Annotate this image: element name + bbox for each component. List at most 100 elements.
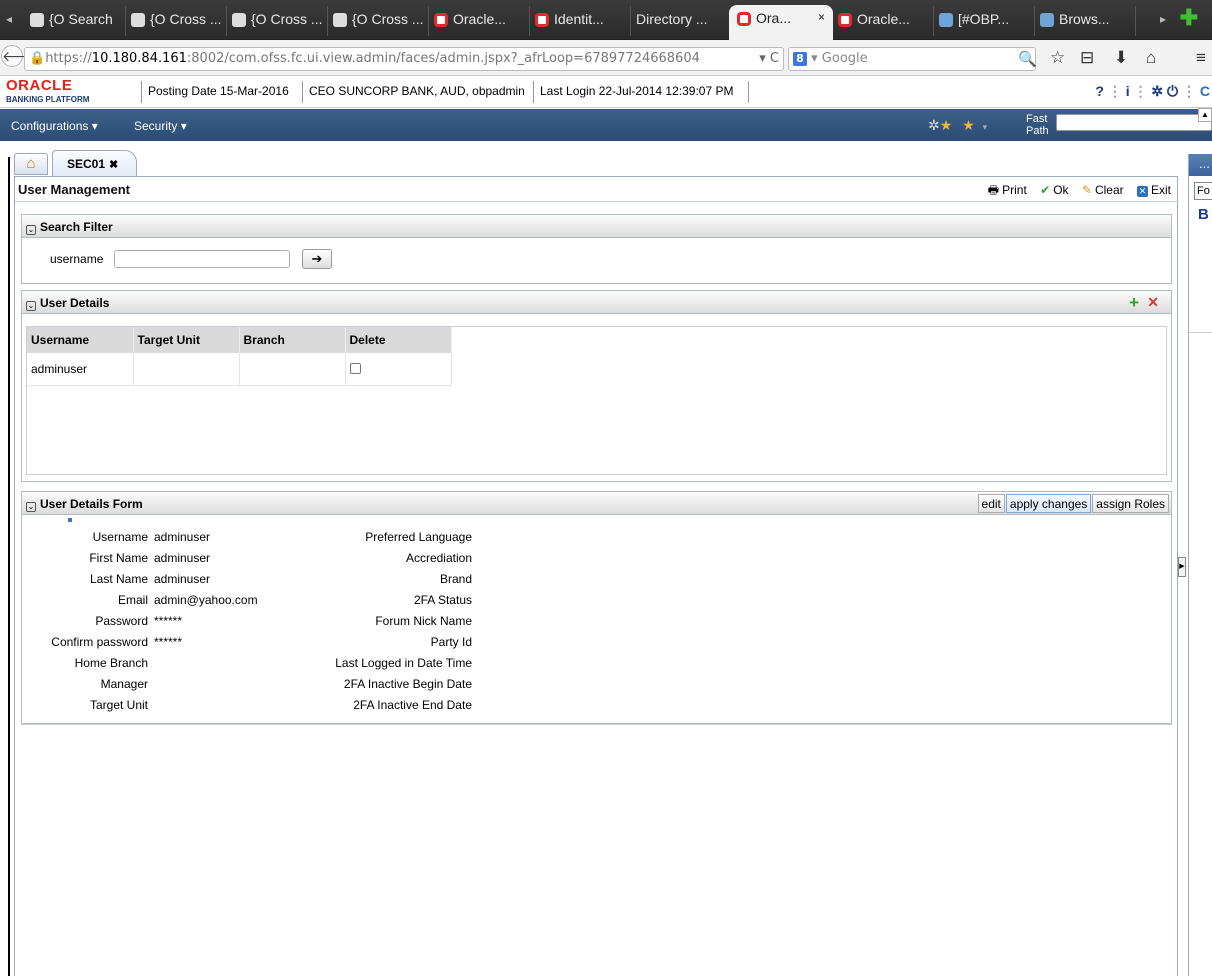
close-tab-icon[interactable]: ×	[818, 10, 825, 24]
browser-tab[interactable]: {O Cross ...	[123, 6, 227, 36]
right-panel-header[interactable]: ...	[1189, 154, 1212, 176]
logo-text: ORACLE	[6, 77, 73, 94]
go-arrow-icon: ➔	[311, 251, 323, 266]
column-header[interactable]: Branch	[239, 327, 346, 353]
tab-scroll-left-icon[interactable]: ◂	[6, 12, 12, 26]
settings-icon[interactable]: ✲	[1151, 83, 1163, 99]
table-row[interactable]: adminuser	[27, 353, 452, 386]
bookmarks-list-icon[interactable]: ⊟	[1080, 49, 1094, 67]
search-engine-glyph: 8	[793, 52, 807, 66]
search-filter-header[interactable]: ⌄ Search Filter	[22, 215, 1171, 238]
bookmark-star-icon[interactable]: ☆	[1050, 49, 1065, 67]
panel-collapse-handle[interactable]: ▶	[1178, 557, 1186, 577]
new-tab-icon[interactable]: ✚	[1180, 7, 1198, 29]
search-engine-label: Google	[821, 51, 868, 66]
home-tab-icon[interactable]: ⌂	[14, 153, 48, 175]
person-favicon-icon	[939, 13, 953, 27]
user-details-header[interactable]: ⌄ User Details + ✕	[22, 291, 1171, 314]
ok-button[interactable]: ✔ Ok	[1040, 183, 1068, 197]
browser-tab[interactable]: Brows...	[1032, 6, 1136, 36]
field-label: Username	[92, 530, 148, 544]
field-value: admin@yahoo.com	[154, 593, 258, 607]
field-label: Preferred Language	[365, 530, 472, 544]
field-label: Last Name	[89, 572, 148, 586]
delete-checkbox[interactable]	[349, 362, 361, 374]
browser-tab[interactable]: {O Cross ...	[325, 6, 429, 36]
home-icon[interactable]: ⌂	[1146, 49, 1156, 67]
column-header[interactable]: Target Unit	[133, 327, 240, 353]
delete-row-icon[interactable]: ✕	[1147, 294, 1159, 311]
collapse-icon[interactable]: C	[1200, 83, 1210, 99]
username-input[interactable]	[114, 250, 290, 268]
browser-tab[interactable]: Oracle...	[426, 6, 530, 36]
download-icon[interactable]: ⬇	[1114, 49, 1128, 67]
clear-button[interactable]: ✎ Clear	[1082, 183, 1124, 197]
collapse-toggle-icon[interactable]: ⌄	[26, 225, 36, 235]
add-favorite-icon[interactable]: ★	[940, 117, 953, 133]
menu-icon[interactable]: ≡	[1196, 49, 1206, 67]
favorites-star-icon[interactable]: ★	[962, 117, 975, 133]
browser-tab[interactable]: Directory ...	[628, 6, 732, 36]
url-reload[interactable]: ▾ C	[759, 51, 779, 66]
right-panel-field[interactable]: Fo	[1194, 182, 1212, 200]
info-icon[interactable]: i	[1126, 83, 1130, 99]
field-label: Email	[117, 593, 148, 607]
page-favicon-icon	[30, 13, 44, 27]
ok-label: Ok	[1053, 183, 1069, 197]
browser-tab[interactable]: Oracle...	[830, 6, 934, 36]
field-value: adminuser	[154, 530, 211, 544]
url-bar[interactable]: 🔒https://10.180.84.161:8002/com.ofss.fc.…	[24, 47, 784, 71]
scroll-up-icon[interactable]: ▲	[1198, 108, 1212, 122]
search-go-button[interactable]: ➔	[302, 249, 332, 269]
close-tab-icon[interactable]: ✖	[109, 159, 118, 171]
column-header[interactable]: Username	[27, 327, 134, 353]
edit-button[interactable]: edit	[977, 494, 1005, 513]
lock-icon: 🔒	[29, 51, 46, 66]
cell-target-unit	[133, 353, 240, 386]
back-arrow-icon[interactable]: 🡐	[1, 45, 40, 67]
search-icon[interactable]: 🔍	[1018, 50, 1037, 68]
checkmark-icon: ✔	[1040, 183, 1051, 197]
assign-roles-button[interactable]: assign Roles	[1092, 494, 1169, 513]
user-management-page: User Management 🖶 Print ✔ Ok ✎ Clear ✕ Exit …	[14, 176, 1179, 976]
exit-button[interactable]: ✕ Exit	[1136, 183, 1171, 197]
oracle-favicon-icon	[434, 13, 448, 27]
browser-tab[interactable]: Ora... ×	[729, 5, 833, 40]
search-engine-box[interactable]: 8 ▾ Google 🔍	[788, 47, 1037, 71]
url-prefix: https://	[45, 51, 92, 66]
manage-favorites-icon[interactable]: ✲	[928, 117, 940, 133]
add-row-icon[interactable]: +	[1129, 293, 1139, 313]
browser-tab-label: {O Cross ...	[251, 11, 323, 27]
cell-branch	[239, 353, 346, 386]
user-details-form-title: User Details Form	[40, 497, 143, 511]
tab-sec01[interactable]: SEC01 ✖	[52, 150, 137, 176]
browser-tab[interactable]: [#OBP...	[931, 6, 1035, 36]
menu-security[interactable]: Security ▾	[134, 119, 187, 133]
power-icon[interactable]: ⏻	[1167, 83, 1178, 99]
column-header[interactable]: Delete	[345, 327, 452, 353]
browser-tab[interactable]: {O Search	[22, 6, 126, 36]
field-label: Accrediation	[405, 551, 472, 565]
menu-configurations[interactable]: Configurations ▾	[11, 119, 98, 133]
collapse-toggle-icon[interactable]: ⌄	[26, 502, 36, 512]
apply-changes-button[interactable]: apply changes	[1005, 494, 1092, 513]
collapse-toggle-icon[interactable]: ⌄	[26, 301, 36, 311]
main-menu-bar: Configurations ▾ Security ▾ ✲★ ★ ▾ Fast P…	[0, 109, 1212, 141]
user-details-title: User Details	[40, 296, 110, 310]
field-label: Brand	[439, 572, 472, 586]
search-filter-panel: ⌄ Search Filter username ➔	[21, 214, 1172, 284]
user-details-form-panel: ⌄ User Details Form edit apply changes assi…	[21, 491, 1172, 724]
browser-tab-label: [#OBP...	[958, 11, 1010, 27]
fast-path-input[interactable]	[1056, 114, 1212, 131]
url-path: :8002/com.ofss.fc.ui.view.admin/faces/ad…	[186, 51, 700, 66]
tab-scroll-right-icon[interactable]: ▸	[1160, 12, 1166, 26]
divider	[141, 81, 142, 103]
help-icon[interactable]: ?	[1095, 83, 1104, 99]
print-button[interactable]: 🖶 Print	[988, 183, 1027, 197]
user-details-form-header[interactable]: ⌄ User Details Form edit apply changes assi…	[22, 492, 1171, 515]
favorites-dropdown-icon[interactable]: ▾	[983, 122, 988, 132]
menu-configurations-label: Configurations	[11, 119, 89, 133]
browser-tab[interactable]: {O Cross ...	[224, 6, 328, 36]
browser-tab[interactable]: Identit...	[527, 6, 631, 36]
eraser-icon: ✎	[1081, 183, 1092, 197]
